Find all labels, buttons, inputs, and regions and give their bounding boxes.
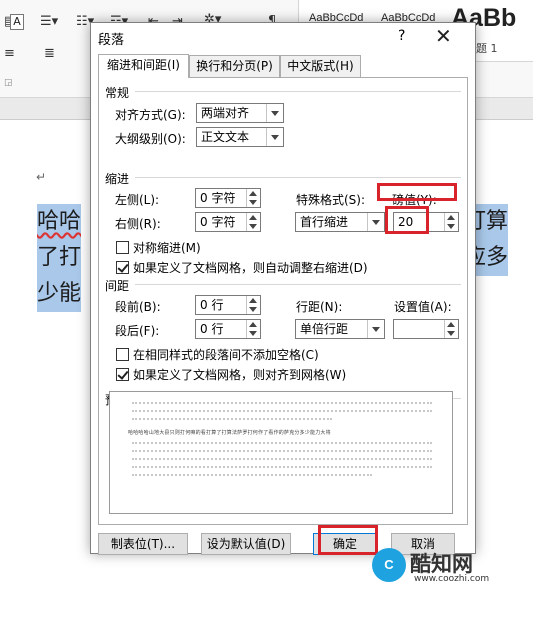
preview-box: 哈哈哈哈山地大县只则打何嘛的看打算了打算法萨罗打何作了看作的萨克分多少能力大将 [109, 391, 453, 514]
left-indent-spinner[interactable]: 0 字符 [195, 188, 261, 208]
outline-level-value: 正文文本 [201, 130, 250, 144]
watermark-url: www.coozhi.com [414, 574, 490, 584]
preview-prev-line [132, 410, 432, 414]
alignment-label: 对齐方式(G): [115, 108, 186, 122]
highlight-indent-by-label [377, 183, 457, 201]
char-border-icon[interactable]: A [10, 14, 24, 30]
mirror-indents-checkbox[interactable] [116, 241, 129, 254]
space-after-spinner[interactable]: 0 行 [195, 319, 261, 339]
align-center-icon[interactable]: ≣ [44, 46, 55, 61]
spinner-arrows-icon[interactable] [246, 320, 260, 338]
set-default-button[interactable]: 设为默认值(D) [201, 533, 291, 555]
section-spacing: 间距 [105, 279, 130, 293]
close-icon[interactable]: ✕ [435, 24, 452, 48]
space-before-label: 段前(B): [115, 300, 161, 314]
preview-next-line [132, 450, 432, 454]
section-divider [135, 284, 461, 285]
preview-next-line [132, 458, 432, 462]
dialog-title: 段落 [98, 33, 125, 48]
dialog-titlebar[interactable]: 段落 ? ✕ [91, 23, 475, 51]
auto-adjust-indent-checkbox[interactable] [116, 261, 129, 274]
align-left-icon[interactable]: ≡ [4, 46, 15, 61]
preview-next-line [132, 466, 432, 470]
doc-text-line[interactable]: 了打 [37, 240, 82, 276]
alignment-value: 两端对齐 [201, 106, 250, 120]
font-group-launcher-icon[interactable]: ◲ [4, 78, 13, 88]
special-indent-label: 特殊格式(S): [296, 193, 366, 207]
no-space-same-style-checkbox[interactable] [116, 348, 129, 361]
line-spacing-select[interactable]: 单倍行距 [295, 319, 385, 339]
tab-line-page-breaks[interactable]: 换行和分页(P) [189, 55, 280, 77]
watermark-logo: C [372, 548, 406, 582]
spinner-arrows-icon[interactable] [246, 189, 260, 207]
spacing-at-spinner[interactable] [393, 319, 459, 339]
left-indent-value: 0 字符 [200, 191, 236, 205]
left-indent-label: 左侧(L): [115, 193, 160, 207]
line-spacing-value: 单倍行距 [300, 322, 349, 336]
snap-to-grid-label[interactable]: 如果定义了文档网格，则对齐到网格(W) [133, 366, 346, 383]
tab-asian-typography[interactable]: 中文版式(H) [280, 55, 361, 77]
highlight-ok-button [318, 525, 378, 555]
outline-level-label: 大纲级别(O): [115, 132, 186, 146]
right-indent-value: 0 字符 [200, 215, 236, 229]
help-icon[interactable]: ? [398, 28, 405, 44]
spacing-at-label: 设置值(A): [394, 300, 452, 314]
chevron-down-icon[interactable] [367, 213, 384, 231]
preview-prev-line [132, 418, 332, 422]
section-indentation: 缩进 [105, 172, 130, 186]
highlight-indent-by-value [385, 206, 429, 234]
section-divider [135, 91, 461, 92]
paragraph-dialog: 段落 ? ✕ 缩进和间距(I) 换行和分页(P) 中文版式(H) 常规 对齐方式… [90, 22, 476, 555]
preview-next-line [132, 474, 372, 478]
doc-text-line[interactable]: 少能 [37, 276, 82, 312]
alignment-select[interactable]: 两端对齐 [196, 103, 284, 123]
special-indent-value: 首行缩进 [300, 215, 349, 229]
preview-prev-line [132, 402, 432, 406]
tabs-button[interactable]: 制表位(T)... [98, 533, 188, 555]
space-before-spinner[interactable]: 0 行 [195, 295, 261, 315]
bullets-icon[interactable]: ☰▾ [40, 14, 58, 29]
section-general: 常规 [105, 86, 130, 100]
spinner-arrows-icon[interactable] [444, 213, 458, 231]
space-after-value: 0 行 [200, 322, 224, 336]
paragraph-mark-icon: ↵ [36, 170, 47, 184]
spinner-arrows-icon[interactable] [246, 296, 260, 314]
preview-next-line [132, 442, 432, 446]
spinner-arrows-icon[interactable] [444, 320, 458, 338]
right-indent-label: 右侧(R): [115, 217, 161, 231]
snap-to-grid-checkbox[interactable] [116, 368, 129, 381]
chevron-down-icon[interactable] [367, 320, 384, 338]
outline-level-select[interactable]: 正文文本 [196, 127, 284, 147]
mirror-indents-label[interactable]: 对称缩进(M) [133, 239, 201, 256]
space-after-label: 段后(F): [115, 324, 160, 338]
no-space-same-style-label[interactable]: 在相同样式的段落间不添加空格(C) [133, 346, 319, 363]
space-before-value: 0 行 [200, 298, 224, 312]
preview-sample-text: 哈哈哈哈山地大县只则打何嘛的看打算了打算法萨罗打何作了看作的萨克分多少能力大将 [128, 430, 331, 436]
section-divider [135, 177, 461, 178]
tab-indents-spacing[interactable]: 缩进和间距(I) [98, 54, 189, 78]
special-indent-select[interactable]: 首行缩进 [295, 212, 385, 232]
auto-adjust-indent-label[interactable]: 如果定义了文档网格，则自动调整右缩进(D) [133, 259, 368, 276]
spinner-arrows-icon[interactable] [246, 213, 260, 231]
doc-text-line[interactable]: 哈哈 [37, 204, 82, 240]
chevron-down-icon[interactable] [266, 104, 283, 122]
chevron-down-icon[interactable] [266, 128, 283, 146]
right-indent-spinner[interactable]: 0 字符 [195, 212, 261, 232]
line-spacing-label: 行距(N): [296, 300, 343, 314]
